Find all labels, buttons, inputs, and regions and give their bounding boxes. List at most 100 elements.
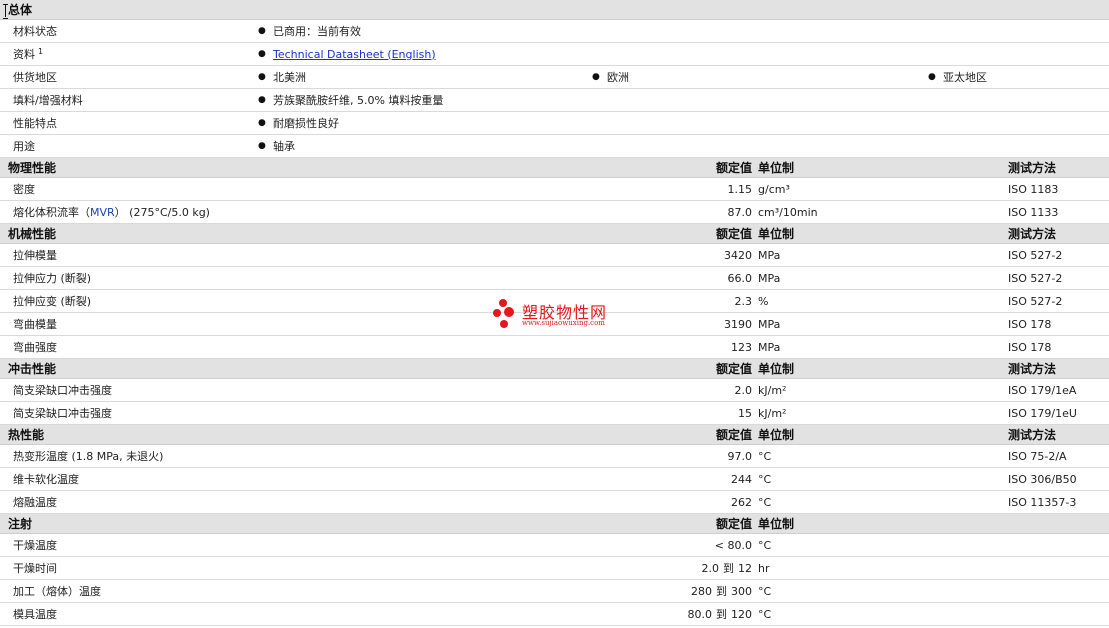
table-row: 供货地区 ● 北美洲 ● 欧洲 ● 亚太地区 — [0, 66, 1109, 89]
bullet-icon: ● — [258, 118, 266, 128]
bullet-icon: ● — [258, 95, 266, 105]
property-label: 干燥温度 — [13, 539, 57, 552]
bullet-icon: ● — [928, 72, 936, 82]
property-label: 加工（熔体）温度 — [13, 585, 101, 598]
section-injection: 注射 额定值 单位制 — [0, 514, 1109, 534]
datasheet-link[interactable]: Technical Datasheet (English) — [273, 43, 436, 65]
header-unit: 单位制 — [758, 362, 795, 376]
filler-label: 填料/增强材料 — [13, 94, 83, 107]
section-impact: 冲击性能 额定值 单位制 测试方法 — [0, 359, 1109, 379]
table-row: 弯曲强度 123 MPa ISO 178 — [0, 336, 1109, 359]
section-title: 总体 — [8, 3, 33, 17]
property-range: 80.0 到 120 — [687, 607, 753, 622]
property-label: 干燥时间 — [13, 562, 57, 575]
section-title: 冲击性能 — [8, 362, 57, 376]
section-physical: 物理性能 额定值 单位制 测试方法 — [0, 158, 1109, 178]
filler-value: 芳族聚酰胺纤维, 5.0% 填料按重量 — [273, 94, 444, 107]
feature-value: 耐磨损性良好 — [273, 117, 339, 130]
header-unit: 单位制 — [758, 227, 795, 241]
property-label: 简支梁缺口冲击强度 — [13, 384, 112, 397]
test-method: ISO 306/B50 — [1008, 472, 1077, 486]
test-method: ISO 11357-3 — [1008, 495, 1077, 509]
section-title: 机械性能 — [8, 227, 57, 241]
section-general: 总体 — [0, 0, 1109, 20]
property-label: 密度 — [13, 183, 35, 196]
property-value: 2.3 — [734, 294, 753, 308]
table-row: 性能特点 ● 耐磨损性良好 — [0, 112, 1109, 135]
use-label: 用途 — [13, 140, 35, 153]
table-row: 热变形温度 (1.8 MPa, 未退火) 97.0 °C ISO 75-2/A — [0, 445, 1109, 468]
property-unit: °C — [758, 472, 772, 486]
status-label: 材料状态 — [13, 25, 57, 38]
property-range: 280 到 300 — [691, 584, 752, 599]
property-value: < 80.0 — [714, 538, 752, 552]
table-row: 熔融温度 262 °C ISO 11357-3 — [0, 491, 1109, 514]
property-unit: g/cm³ — [758, 182, 790, 196]
property-value: 97.0 — [727, 449, 753, 463]
watermark-url: www.sujiaowuxing.com — [522, 319, 605, 327]
property-unit: MPa — [758, 248, 781, 262]
table-row: 材料状态 ● 已商用：当前有效 — [0, 20, 1109, 43]
table-row: 干燥时间 2.0 到 12 hr — [0, 557, 1109, 580]
table-row: 填料/增强材料 ● 芳族聚酰胺纤维, 5.0% 填料按重量 — [0, 89, 1109, 112]
property-label: 拉伸模量 — [13, 249, 57, 262]
test-method: ISO 178 — [1008, 317, 1052, 331]
watermark-dots-icon — [493, 299, 514, 328]
test-method: ISO 527-2 — [1008, 271, 1063, 285]
property-label: 拉伸应力 (断裂) — [13, 272, 92, 285]
test-method: ISO 1183 — [1008, 182, 1059, 196]
property-unit: MPa — [758, 317, 781, 331]
property-value: 1.15 — [727, 182, 753, 196]
test-method: ISO 1133 — [1008, 205, 1059, 219]
bullet-icon: ● — [592, 72, 600, 82]
table-row: 维卡软化温度 244 °C ISO 306/B50 — [0, 468, 1109, 491]
header-nominal: 额定值 — [715, 362, 752, 376]
property-unit: °C — [758, 538, 772, 552]
test-method: ISO 179/1eU — [1008, 406, 1077, 420]
table-row: 简支梁缺口冲击强度 15 kJ/m² ISO 179/1eU — [0, 402, 1109, 425]
property-unit: MPa — [758, 271, 781, 285]
section-title: 热性能 — [8, 428, 45, 442]
property-label: 模具温度 — [13, 608, 57, 621]
table-row: 加工（熔体）温度 280 到 300 °C — [0, 580, 1109, 603]
property-label: 弯曲强度 — [13, 341, 57, 354]
property-unit: cm³/10min — [758, 205, 818, 219]
property-unit: °C — [758, 607, 772, 621]
table-row: 用途 ● 轴承 — [0, 135, 1109, 158]
property-unit: °C — [758, 584, 772, 598]
header-nominal: 额定值 — [715, 517, 752, 531]
property-range: 2.0 到 12 — [701, 561, 753, 576]
table-row: 资料 1 ● Technical Datasheet (English) — [0, 43, 1109, 66]
property-label: 热变形温度 (1.8 MPa, 未退火) — [13, 450, 164, 463]
bullet-icon: ● — [258, 26, 266, 36]
property-label: 弯曲模量 — [13, 318, 57, 331]
test-method: ISO 179/1eA — [1008, 383, 1077, 397]
section-title: 注射 — [8, 517, 33, 531]
property-value: 3190 — [724, 317, 752, 331]
property-unit: kJ/m² — [758, 383, 787, 397]
supply-region-1: 北美洲 — [273, 71, 306, 84]
property-unit: kJ/m² — [758, 406, 787, 420]
header-method: 测试方法 — [1008, 227, 1057, 241]
property-unit: °C — [758, 495, 772, 509]
table-row: 干燥温度 < 80.0 °C — [0, 534, 1109, 557]
property-label: 熔化体积流率（ MVR） (275°C/5.0 kg) — [13, 205, 210, 220]
property-label: 拉伸应变 (断裂) — [13, 295, 92, 308]
footnote-marker: 1 — [38, 46, 44, 56]
test-method: ISO 178 — [1008, 340, 1052, 354]
property-value: 3420 — [724, 248, 752, 262]
property-unit: °C — [758, 449, 772, 463]
property-unit: % — [758, 294, 769, 308]
bullet-icon: ● — [258, 72, 266, 82]
property-value: 15 — [738, 406, 752, 420]
header-unit: 单位制 — [758, 517, 795, 531]
status-value: 已商用：当前有效 — [273, 25, 361, 38]
table-row: 拉伸模量 3420 MPa ISO 527-2 — [0, 244, 1109, 267]
property-unit: hr — [758, 561, 770, 575]
header-nominal: 额定值 — [715, 428, 752, 442]
supply-region-2: 欧洲 — [607, 71, 629, 84]
table-row: 熔化体积流率（ MVR） (275°C/5.0 kg) 87.0 cm³/10mi… — [0, 201, 1109, 224]
header-method: 测试方法 — [1008, 428, 1057, 442]
property-label: 维卡软化温度 — [13, 473, 79, 486]
supply-region-3: 亚太地区 — [943, 71, 987, 84]
